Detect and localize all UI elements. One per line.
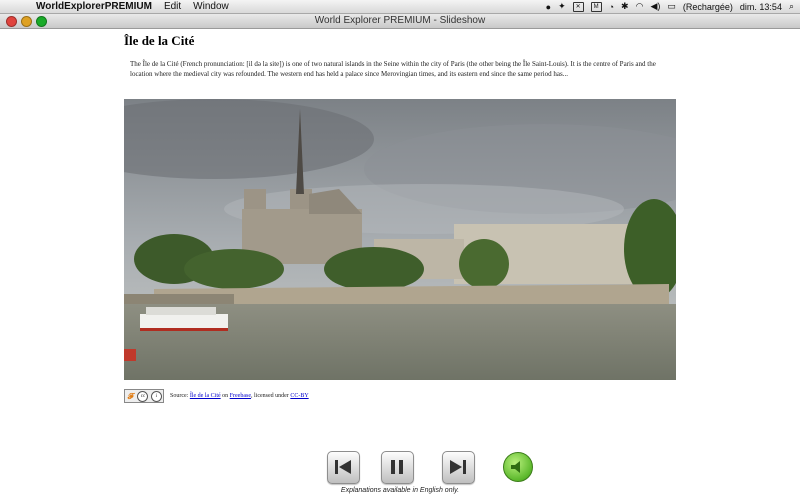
status-area: ● ✦ ✕ M ◔ ✱ ◠ ◀) ▭ (Rechargée) dim. 13:5… — [546, 0, 794, 13]
previous-button[interactable] — [327, 451, 360, 484]
speaker-button[interactable] — [503, 452, 533, 482]
slideshow-photo — [124, 99, 676, 380]
time-machine-icon[interactable]: ◔ — [609, 2, 614, 12]
cc-icon: cc — [137, 390, 149, 402]
article-title: Île de la Cité — [124, 33, 195, 48]
clock[interactable]: dim. 13:54 — [740, 2, 782, 12]
wifi-icon[interactable]: ◠ — [636, 1, 644, 12]
menu-app-name[interactable]: WorldExplorerPREMIUM — [36, 1, 152, 12]
pause-icon — [391, 460, 403, 474]
menu-extra-icon[interactable]: M — [590, 1, 602, 12]
menu-edit[interactable]: Edit — [164, 1, 181, 12]
bluetooth-icon[interactable]: ✱ — [621, 1, 629, 12]
app-status-icon[interactable]: ✕ — [572, 1, 584, 12]
close-window-button[interactable] — [6, 16, 17, 27]
english-only-note: Explanations available in English only. — [340, 487, 460, 494]
spotlight-icon[interactable]: ⌕ — [789, 1, 794, 12]
freebase-icon: 𝓕 — [127, 391, 134, 401]
dropbox-icon[interactable]: ✦ — [558, 1, 566, 12]
window-title-bar: World Explorer PREMIUM - Slideshow — [0, 14, 800, 29]
battery-icon[interactable]: ▭ — [667, 1, 676, 12]
volume-icon[interactable]: ◀) — [650, 1, 660, 12]
speaker-icon — [511, 461, 520, 473]
user-icon[interactable]: ● — [546, 2, 551, 12]
license-link[interactable]: CC-BY — [290, 393, 308, 399]
source-title-link[interactable]: Île de la Cité — [190, 393, 221, 399]
zoom-window-button[interactable] — [36, 16, 47, 27]
cc-license-badge[interactable]: 𝓕 cc i — [124, 389, 164, 403]
minimize-window-button[interactable] — [21, 16, 32, 27]
menu-bar: WorldExplorerPREMIUM Edit Window ● ✦ ✕ M… — [0, 0, 800, 14]
pause-button[interactable] — [381, 451, 414, 484]
next-icon — [450, 460, 466, 474]
menu-window[interactable]: Window — [193, 1, 229, 12]
previous-icon — [335, 460, 351, 474]
source-on: on — [222, 393, 229, 399]
source-prefix: Source: — [170, 393, 189, 399]
window-controls — [6, 16, 47, 27]
attribution-icon: i — [150, 390, 162, 402]
source-site-link[interactable]: Freebase — [230, 393, 251, 399]
article-description: The Île de la Cité (French pronunciation… — [130, 60, 656, 78]
next-button[interactable] — [442, 451, 475, 484]
window-title: World Explorer PREMIUM - Slideshow — [314, 15, 486, 26]
image-source: 𝓕 cc i Source: Île de la Cité on Freebas… — [124, 389, 309, 403]
source-licensed: , licensed under — [250, 393, 289, 399]
battery-status[interactable]: (Rechargée) — [683, 2, 733, 12]
